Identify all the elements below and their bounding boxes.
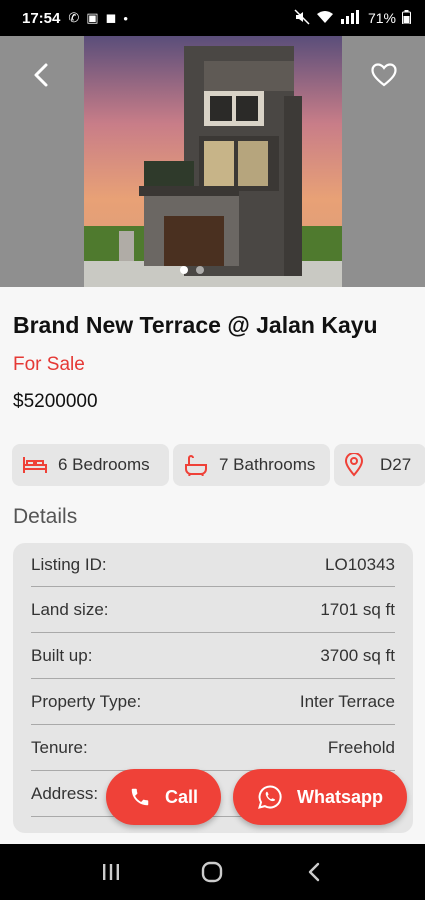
- call-button[interactable]: Call: [106, 769, 221, 825]
- home-button[interactable]: [192, 852, 232, 892]
- location-pin-icon: [344, 453, 364, 477]
- phone-icon: [131, 788, 149, 806]
- favorite-button[interactable]: [369, 60, 399, 90]
- property-photo: [84, 36, 342, 287]
- call-label: Call: [164, 786, 198, 807]
- detail-value: Freehold: [327, 737, 395, 757]
- detail-row: Listing ID: LO10343: [31, 543, 395, 587]
- system-nav-bar: [0, 844, 425, 900]
- district-label: D27: [380, 455, 412, 474]
- detail-row: Built up: 3700 sq ft: [31, 633, 395, 679]
- detail-label: Tenure:: [31, 737, 88, 757]
- back-button[interactable]: [26, 60, 56, 90]
- listing-price: $5200000: [13, 391, 98, 412]
- listing-content: Brand New Terrace @ Jalan Kayu For Sale …: [0, 287, 425, 844]
- feature-chips: 6 Bedrooms 7 Bathrooms D27: [12, 444, 425, 486]
- bathrooms-label: 7 Bathrooms: [219, 455, 316, 474]
- heart-icon: [371, 63, 397, 87]
- mute-icon: [294, 8, 310, 28]
- detail-label: Address:: [31, 783, 99, 803]
- wifi-icon: [316, 10, 334, 27]
- back-icon: [34, 63, 48, 87]
- message-notification-icon: ◼: [105, 10, 117, 25]
- detail-value: 1701 sq ft: [320, 599, 395, 619]
- detail-label: Land size:: [31, 599, 109, 619]
- bedrooms-chip: 6 Bedrooms: [12, 444, 169, 486]
- carousel-dot[interactable]: [196, 266, 204, 274]
- back-nav-icon: [308, 862, 320, 882]
- battery-percent: 71%: [367, 10, 396, 26]
- gallery-notification-icon: ▣: [86, 10, 99, 25]
- detail-value: Inter Terrace: [299, 691, 395, 711]
- signal-icon: [340, 9, 362, 27]
- whatsapp-label: Whatsapp: [296, 786, 383, 807]
- carousel-dot[interactable]: [180, 266, 188, 274]
- bathrooms-chip: 7 Bathrooms: [173, 444, 330, 486]
- recents-button[interactable]: [91, 852, 131, 892]
- details-heading: Details: [13, 505, 78, 528]
- detail-value: 3700 sq ft: [320, 645, 395, 665]
- detail-row: Property Type: Inter Terrace: [31, 679, 395, 725]
- status-bar: 17:54 ✆ ▣ ◼ • 71%: [0, 0, 425, 36]
- back-nav-button[interactable]: [294, 852, 334, 892]
- call-notification-icon: ✆: [68, 10, 80, 25]
- listing-title: Brand New Terrace @ Jalan Kayu: [13, 312, 378, 338]
- district-chip: D27: [334, 444, 425, 486]
- detail-label: Property Type:: [31, 691, 142, 711]
- detail-value: LO10343: [325, 554, 395, 574]
- detail-row: Land size: 1701 sq ft: [31, 587, 395, 633]
- bedrooms-label: 6 Bedrooms: [58, 455, 150, 474]
- whatsapp-icon: [258, 785, 282, 809]
- whatsapp-button[interactable]: Whatsapp: [233, 769, 407, 825]
- battery-icon: [402, 9, 411, 27]
- detail-label: Listing ID:: [31, 554, 107, 574]
- listing-status: For Sale: [13, 354, 85, 375]
- property-photo-carousel[interactable]: [0, 36, 425, 287]
- bathtub-icon: [185, 455, 207, 476]
- detail-label: Built up:: [31, 645, 93, 665]
- detail-row: Tenure: Freehold: [31, 725, 395, 771]
- status-time: 17:54: [22, 9, 61, 27]
- recents-icon: [102, 864, 119, 880]
- more-notifications-icon: •: [123, 10, 128, 26]
- bed-icon: [23, 457, 47, 473]
- carousel-indicator: [180, 266, 204, 274]
- notification-icons: ✆ ▣ ◼ •: [68, 10, 128, 26]
- home-icon: [202, 861, 223, 883]
- status-right: 71%: [294, 8, 411, 28]
